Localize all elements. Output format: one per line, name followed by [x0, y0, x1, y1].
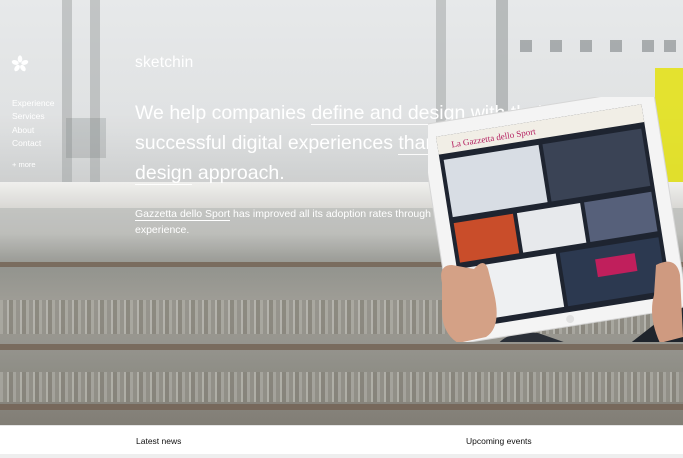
- upcoming-events-link[interactable]: Upcoming events: [466, 436, 532, 446]
- nav-item-experience[interactable]: Experience: [12, 97, 55, 110]
- headline-text: We help companies: [135, 102, 312, 124]
- footer-divider: [0, 454, 683, 458]
- tablet-photo: La Gazzetta dello Sport: [420, 89, 683, 427]
- headline-text: approach.: [192, 162, 285, 184]
- client-link[interactable]: Gazzetta dello Sport: [135, 208, 231, 221]
- more-link[interactable]: + more: [12, 160, 36, 169]
- brand-title[interactable]: sketchin: [135, 54, 193, 72]
- nav-item-contact[interactable]: Contact: [12, 137, 55, 150]
- nav-item-about[interactable]: About: [12, 124, 55, 137]
- nav-item-services[interactable]: Services: [12, 110, 55, 123]
- footer-bar: Latest news Upcoming events: [0, 425, 683, 458]
- sketchin-logo-icon[interactable]: [11, 55, 29, 73]
- latest-news-link[interactable]: Latest news: [136, 436, 181, 446]
- sidebar-nav: Experience Services About Contact: [12, 97, 55, 151]
